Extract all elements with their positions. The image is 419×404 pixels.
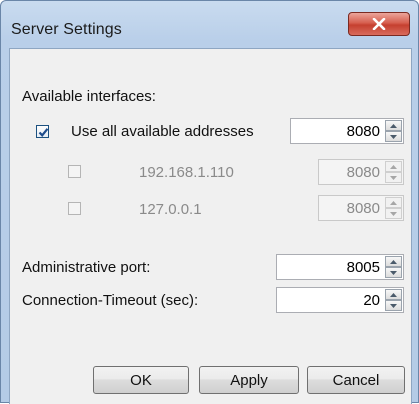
address-1-checkbox[interactable] [68,165,81,178]
spin-down-button[interactable] [385,300,402,311]
spin-arrows [385,120,402,142]
triangle-down-icon [390,270,397,275]
address-1-port-spinner[interactable]: 8080 [318,159,404,185]
spin-up-button[interactable] [385,161,402,172]
checkmark-icon [38,128,49,137]
use-all-addresses-checkbox[interactable] [36,125,49,138]
triangle-down-icon [390,134,397,139]
close-button[interactable] [348,12,410,36]
spin-arrows [385,197,402,219]
admin-port-label: Administrative port: [22,259,151,276]
triangle-up-icon [390,259,397,264]
triangle-up-icon [390,164,397,169]
spin-arrows [385,161,402,183]
address-2-checkbox[interactable] [68,202,81,215]
connection-timeout-label: Connection-Timeout (sec): [22,292,199,309]
admin-port-spinner[interactable]: 8005 [276,254,404,280]
spin-up-button[interactable] [385,256,402,267]
address-2-port-spinner[interactable]: 8080 [318,195,404,221]
admin-port-value: 8005 [346,259,380,276]
triangle-down-icon [390,175,397,180]
available-interfaces-label: Available interfaces: [22,88,156,105]
server-settings-window: Server Settings Available interfaces: Us… [0,0,419,404]
use-all-port-spinner[interactable]: 8080 [290,118,404,144]
apply-button[interactable]: Apply [199,366,299,394]
cancel-button[interactable]: Cancel [307,366,405,394]
spin-down-button[interactable] [385,131,402,142]
spin-down-button[interactable] [385,267,402,278]
spin-down-button[interactable] [385,208,402,219]
triangle-up-icon [390,200,397,205]
address-1-port-value: 8080 [346,164,380,181]
connection-timeout-value: 20 [363,292,380,309]
use-all-port-value: 8080 [346,123,380,140]
spin-down-button[interactable] [385,172,402,183]
spin-up-button[interactable] [385,289,402,300]
triangle-up-icon [390,123,397,128]
address-2-label: 127.0.0.1 [139,201,202,218]
triangle-down-icon [390,303,397,308]
address-1-label: 192.168.1.110 [139,164,234,181]
close-x-icon [372,18,386,30]
address-2-port-value: 8080 [346,200,380,217]
triangle-down-icon [390,211,397,216]
spin-up-button[interactable] [385,120,402,131]
spin-arrows [385,289,402,311]
use-all-addresses-label: Use all available addresses [71,123,254,140]
window-title: Server Settings [11,21,122,38]
dialog-client-area: Available interfaces: Use all available … [9,48,412,404]
ok-button[interactable]: OK [93,366,189,394]
connection-timeout-spinner[interactable]: 20 [276,287,404,313]
triangle-up-icon [390,292,397,297]
spin-up-button[interactable] [385,197,402,208]
spin-arrows [385,256,402,278]
